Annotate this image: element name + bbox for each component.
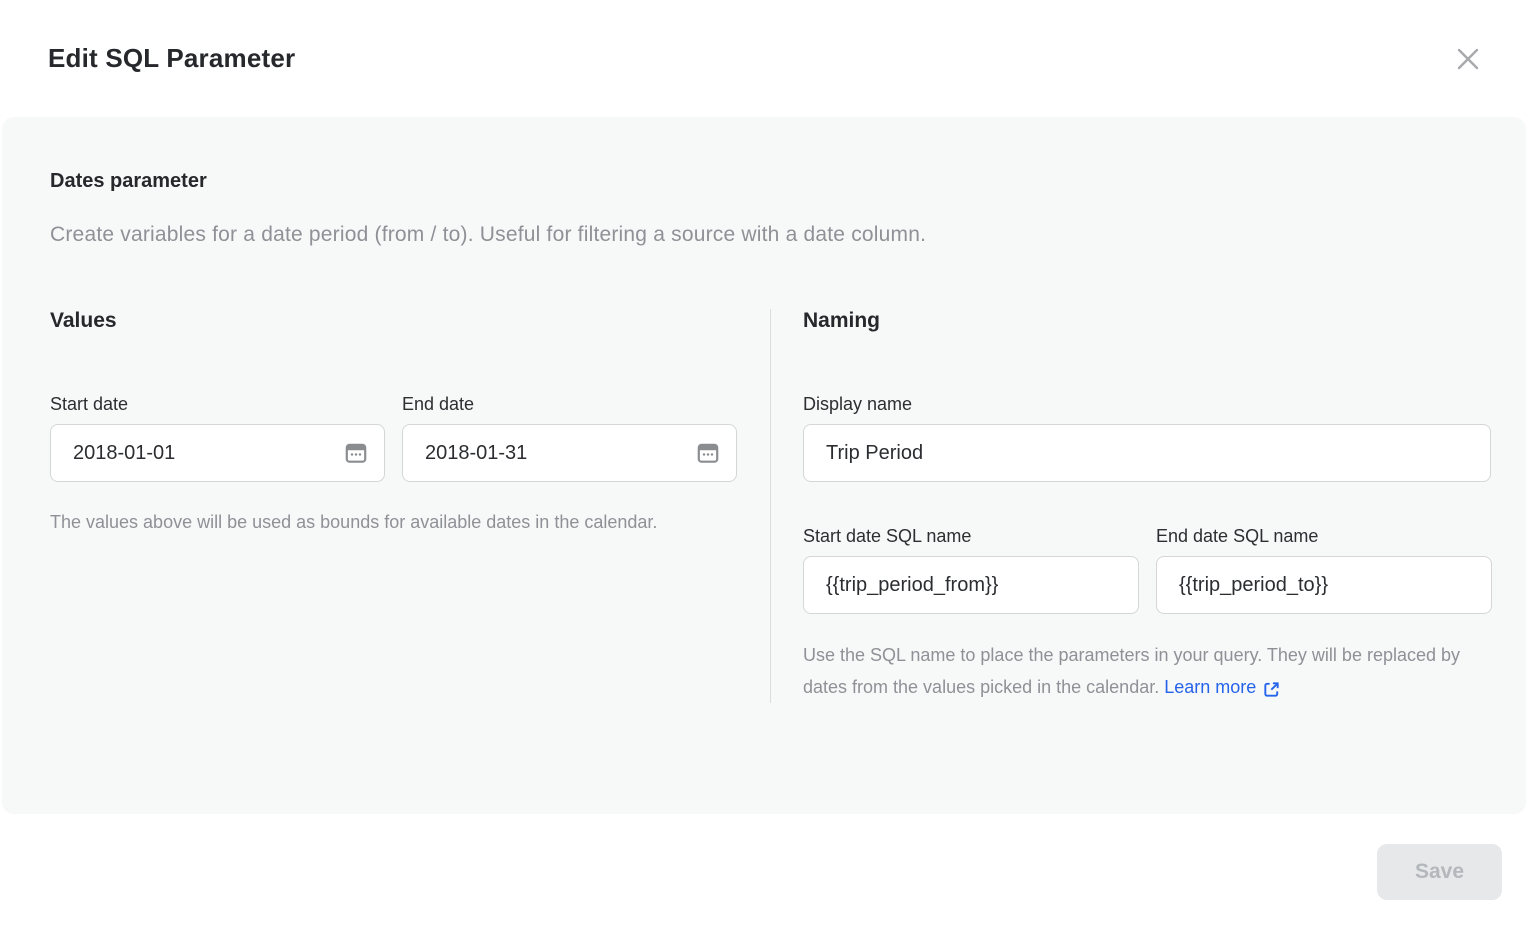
sql-name-fields-row: Start date SQL name End date SQL name: [803, 526, 1492, 614]
end-date-input[interactable]: [402, 424, 737, 482]
end-date-calendar-button[interactable]: [693, 438, 723, 468]
start-date-label: Start date: [50, 394, 385, 415]
display-name-field: Display name: [803, 394, 1491, 482]
close-button[interactable]: [1450, 41, 1486, 77]
end-sql-name-field: End date SQL name: [1156, 526, 1492, 614]
dialog-title: Edit SQL Parameter: [48, 43, 295, 74]
naming-helper-sentence: Use the SQL name to place the parameters…: [803, 645, 1460, 697]
values-helper-text: The values above will be used as bounds …: [50, 506, 737, 538]
edit-sql-parameter-dialog: Edit SQL Parameter Dates parameter Creat…: [0, 0, 1528, 930]
end-date-label: End date: [402, 394, 737, 415]
end-date-field: End date: [402, 394, 737, 482]
naming-heading: Naming: [803, 309, 1492, 333]
dialog-body: Dates parameter Create variables for a d…: [2, 117, 1526, 814]
start-sql-name-field: Start date SQL name: [803, 526, 1139, 614]
date-fields-row: Start date: [50, 394, 737, 482]
display-name-input[interactable]: [803, 424, 1491, 482]
parameter-type-heading: Dates parameter: [50, 170, 1486, 193]
end-date-input-wrap: [402, 424, 737, 482]
calendar-icon: [343, 440, 369, 466]
dialog-footer: Save: [0, 814, 1528, 930]
parameter-type-description: Create variables for a date period (from…: [50, 223, 1486, 247]
learn-more-link[interactable]: Learn more: [1164, 671, 1281, 703]
calendar-icon: [695, 440, 721, 466]
start-date-input[interactable]: [50, 424, 385, 482]
naming-helper-text: Use the SQL name to place the parameters…: [803, 639, 1491, 703]
dialog-header: Edit SQL Parameter: [0, 0, 1528, 117]
close-icon: [1454, 45, 1482, 73]
start-date-calendar-button[interactable]: [341, 438, 371, 468]
values-heading: Values: [50, 309, 737, 333]
external-link-icon: [1262, 678, 1281, 697]
start-sql-name-label: Start date SQL name: [803, 526, 1139, 547]
end-sql-name-input[interactable]: [1156, 556, 1492, 614]
start-sql-name-input[interactable]: [803, 556, 1139, 614]
naming-column: Naming Display name Start date SQL name …: [770, 309, 1492, 703]
values-column: Values Start date: [50, 309, 770, 703]
form-columns: Values Start date: [50, 309, 1486, 703]
display-name-label: Display name: [803, 394, 1491, 415]
start-date-input-wrap: [50, 424, 385, 482]
learn-more-label: Learn more: [1164, 671, 1256, 703]
end-sql-name-label: End date SQL name: [1156, 526, 1492, 547]
save-button[interactable]: Save: [1377, 844, 1502, 900]
start-date-field: Start date: [50, 394, 385, 482]
